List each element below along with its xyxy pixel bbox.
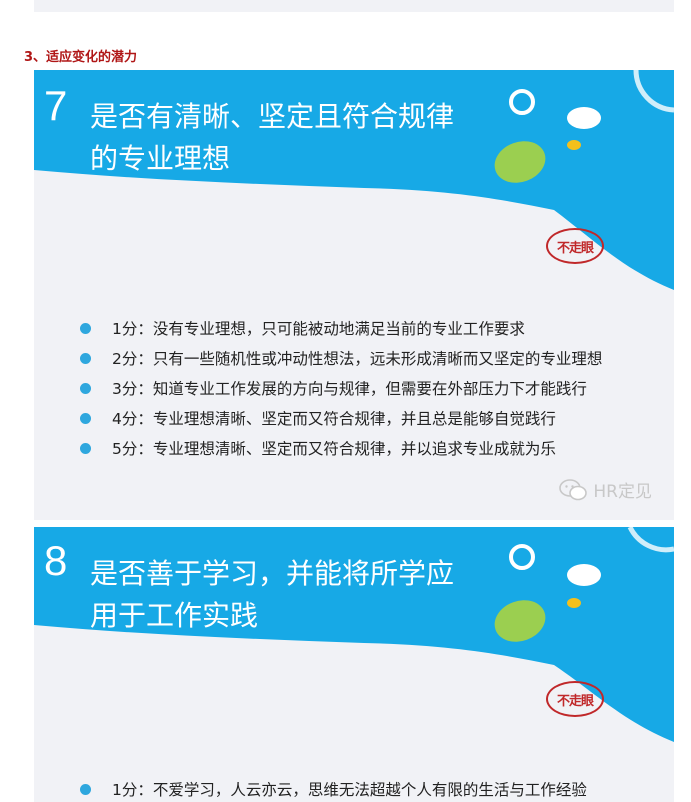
yellow-dot-decoration <box>567 598 581 608</box>
slide-8: 8 是否善于学习，并能将所学应 用于工作实践 不走眼 1分：不爱学习，人云亦云，… <box>34 527 674 802</box>
list-item-text: 2分：只有一些随机性或冲动性想法，远未形成清晰而又坚定的专业理想 <box>112 350 603 368</box>
bullet-icon <box>80 443 91 454</box>
watermark-text: HR定见 <box>593 482 652 502</box>
score-list: 1分：没有专业理想，只可能被动地满足当前的专业工作要求 2分：只有一些随机性或冲… <box>80 314 602 464</box>
bullet-icon <box>80 413 91 424</box>
list-item: 1分：没有专业理想，只可能被动地满足当前的专业工作要求 <box>80 314 602 344</box>
list-item: 5分：专业理想清晰、坚定而又符合规律，并以追求专业成就为乐 <box>80 434 602 464</box>
logo: 不走眼 <box>546 681 604 717</box>
list-item: 4分：专业理想清晰、坚定而又符合规律，并且总是能够自觉践行 <box>80 404 602 434</box>
bullet-icon <box>80 353 91 364</box>
list-item-text: 4分：专业理想清晰、坚定而又符合规律，并且总是能够自觉践行 <box>112 410 556 428</box>
list-item: 3分：知道专业工作发展的方向与规律，但需要在外部压力下才能践行 <box>80 374 602 404</box>
slide-number: 8 <box>44 537 68 584</box>
white-oval-decoration <box>567 564 601 586</box>
yellow-dot-decoration <box>567 140 581 150</box>
section-title: 3、适应变化的潜力 <box>24 50 138 65</box>
list-item-text: 3分：知道专业工作发展的方向与规律，但需要在外部压力下才能践行 <box>112 380 587 398</box>
wechat-icon <box>559 478 588 500</box>
slide-title: 是否善于学习，并能将所学应 用于工作实践 <box>90 553 510 637</box>
bullet-icon <box>80 323 91 334</box>
list-item-text: 1分：没有专业理想，只可能被动地满足当前的专业工作要求 <box>112 320 525 338</box>
logo: 不走眼 <box>546 228 604 264</box>
list-item-text: 1分：不爱学习，人云亦云，思维无法超越个人有限的生活与工作经验 <box>112 781 587 799</box>
previous-slide-edge <box>34 0 674 12</box>
bullet-icon <box>80 784 91 795</box>
slide-title-line: 是否善于学习，并能将所学应 <box>90 557 455 590</box>
bullet-icon <box>80 383 91 394</box>
slide-title: 是否有清晰、坚定且符合规律 的专业理想 <box>90 96 510 180</box>
score-list: 1分：不爱学习，人云亦云，思维无法超越个人有限的生活与工作经验 <box>80 775 587 802</box>
list-item: 2分：只有一些随机性或冲动性想法，远未形成清晰而又坚定的专业理想 <box>80 344 602 374</box>
list-item: 1分：不爱学习，人云亦云，思维无法超越个人有限的生活与工作经验 <box>80 775 587 802</box>
list-item-text: 5分：专业理想清晰、坚定而又符合规律，并以追求专业成就为乐 <box>112 440 556 458</box>
watermark: HR定见 <box>559 477 652 502</box>
slide-number: 7 <box>44 82 68 129</box>
slide-title-line: 用于工作实践 <box>90 599 259 632</box>
slide-title-line: 的专业理想 <box>90 142 231 175</box>
white-oval-decoration <box>567 107 601 129</box>
slide-title-line: 是否有清晰、坚定且符合规律 <box>90 100 455 133</box>
slide-7: 7 是否有清晰、坚定且符合规律 的专业理想 不走眼 1分：没有专业理想，只可能被… <box>34 70 674 520</box>
